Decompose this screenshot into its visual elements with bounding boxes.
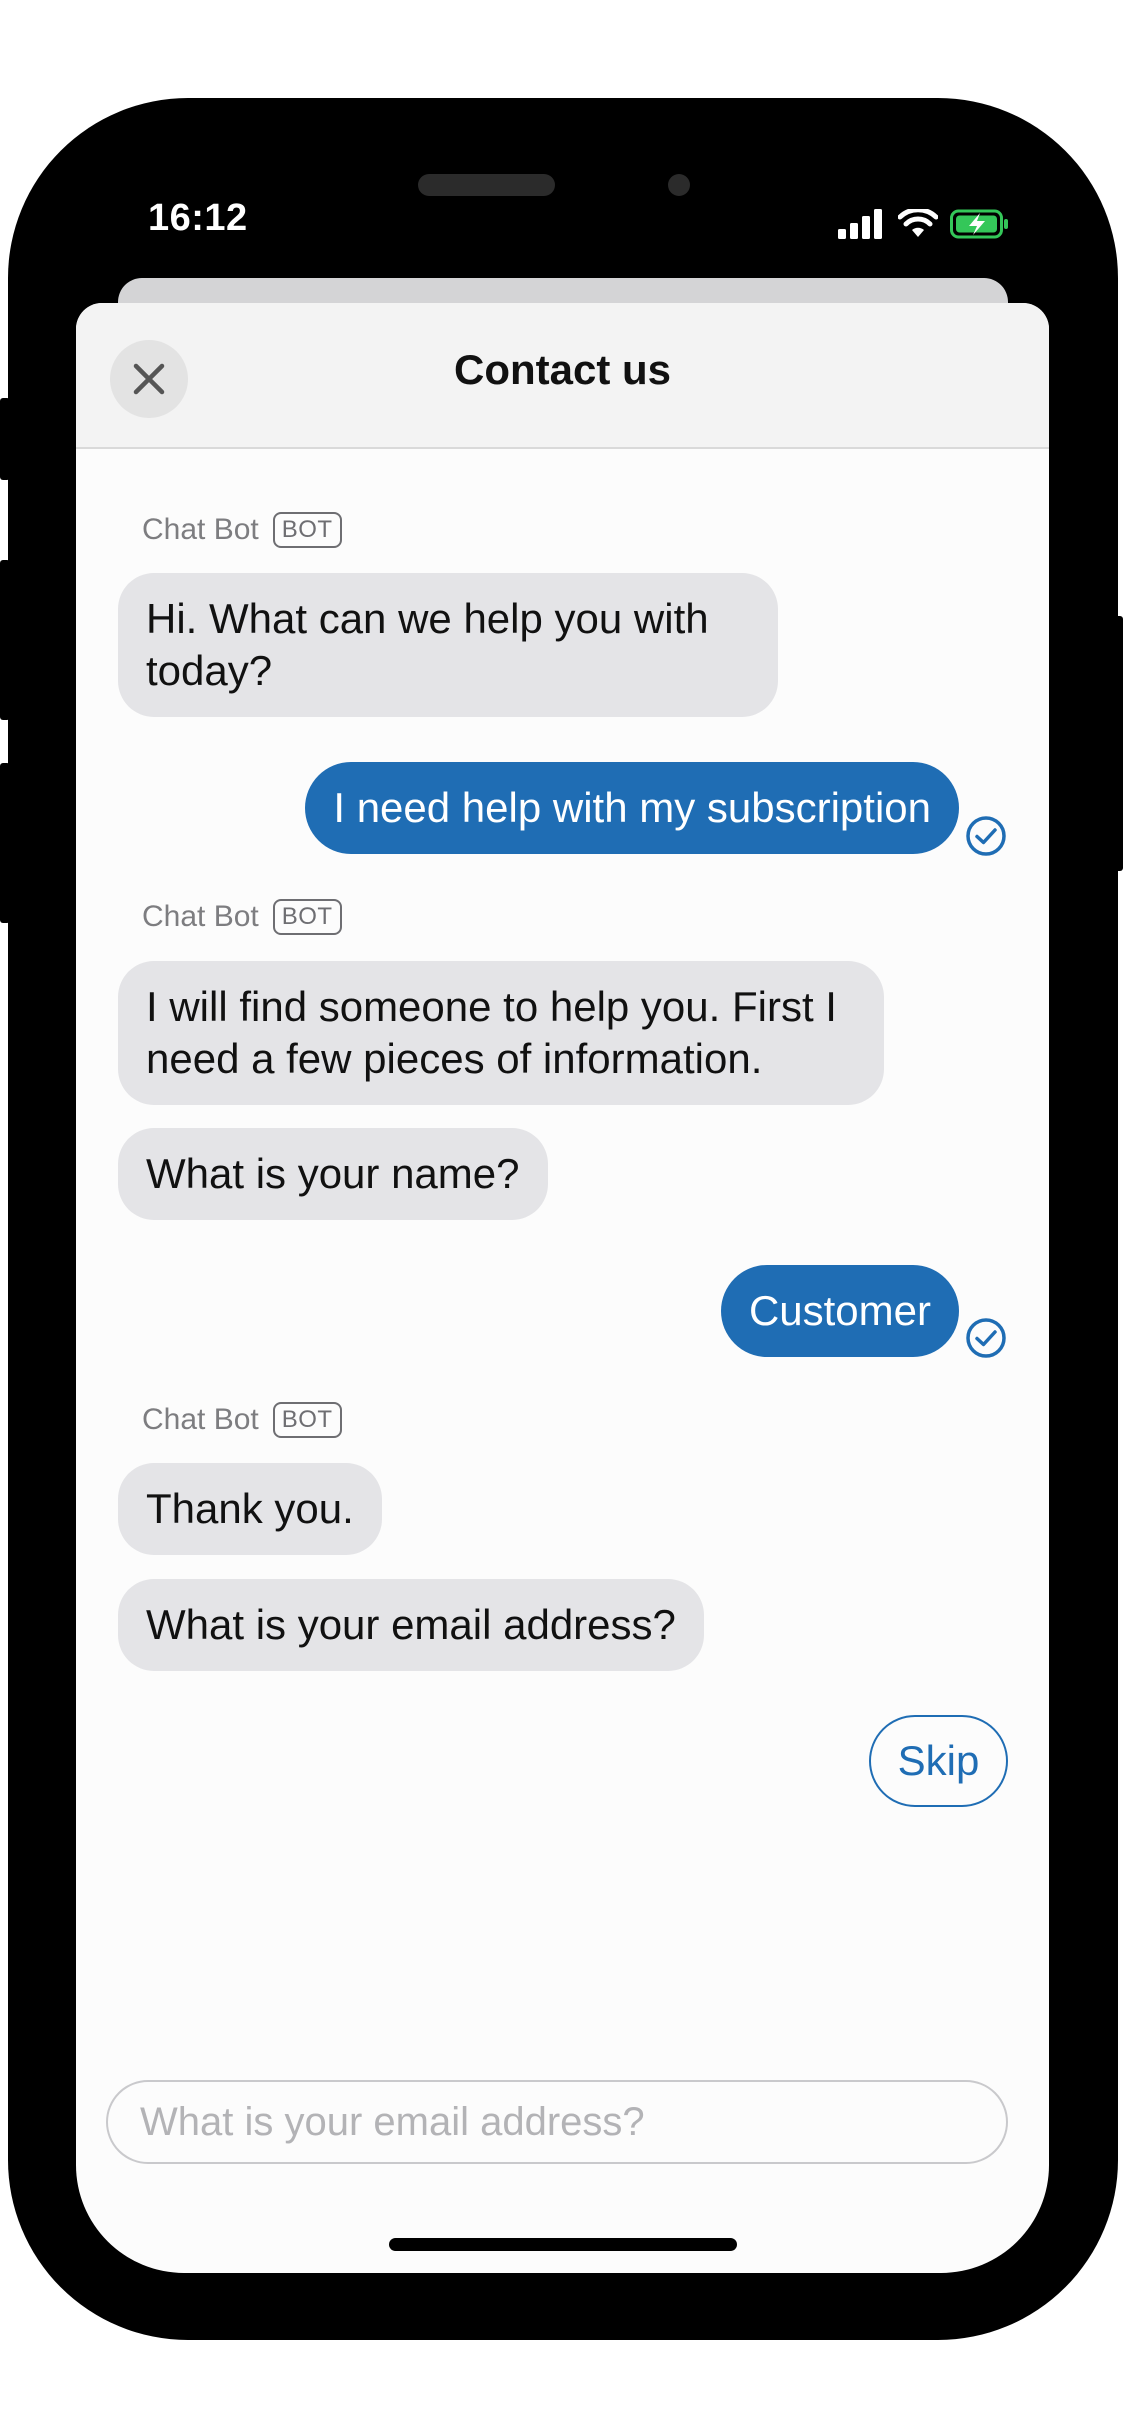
power-button xyxy=(1113,616,1123,871)
email-input[interactable] xyxy=(106,2080,1008,2164)
bot-badge: BOT xyxy=(272,1402,342,1438)
sender-label: Chat Bot BOT xyxy=(142,899,342,935)
cellular-signal-icon xyxy=(838,209,882,239)
check-circle-icon xyxy=(966,816,1006,856)
bot-message: What is your email address? xyxy=(118,1579,704,1671)
user-message: Customer xyxy=(720,1265,959,1357)
bot-message: I will find someone to help you. First I… xyxy=(118,961,884,1105)
battery-charging-icon xyxy=(950,209,1008,239)
bot-message: What is your name? xyxy=(118,1128,548,1220)
status-icons xyxy=(838,204,1010,244)
volume-up-button xyxy=(0,560,10,720)
sender-label: Chat Bot BOT xyxy=(142,512,342,548)
bot-message: Thank you. xyxy=(118,1463,382,1555)
mute-switch xyxy=(0,398,10,480)
user-message: I need help with my subscription xyxy=(305,762,959,854)
check-circle-icon xyxy=(966,1318,1006,1358)
bot-badge: BOT xyxy=(272,899,342,935)
sender-label: Chat Bot BOT xyxy=(142,1402,342,1438)
notch xyxy=(284,166,841,236)
sender-name: Chat Bot xyxy=(142,900,259,933)
bot-badge: BOT xyxy=(272,512,342,548)
sender-name: Chat Bot xyxy=(142,1403,259,1436)
volume-down-button xyxy=(0,763,10,923)
status-time: 16:12 xyxy=(148,197,248,239)
skip-button[interactable]: Skip xyxy=(869,1715,1008,1807)
page-title: Contact us xyxy=(453,346,671,393)
front-camera xyxy=(668,174,690,196)
speaker-grille xyxy=(418,174,555,196)
bot-message: Hi. What can we help you with today? xyxy=(118,573,778,717)
wifi-icon xyxy=(898,209,938,237)
modal-header: Contact us xyxy=(76,303,1049,449)
sender-name: Chat Bot xyxy=(142,513,259,546)
home-indicator[interactable] xyxy=(389,2238,737,2251)
